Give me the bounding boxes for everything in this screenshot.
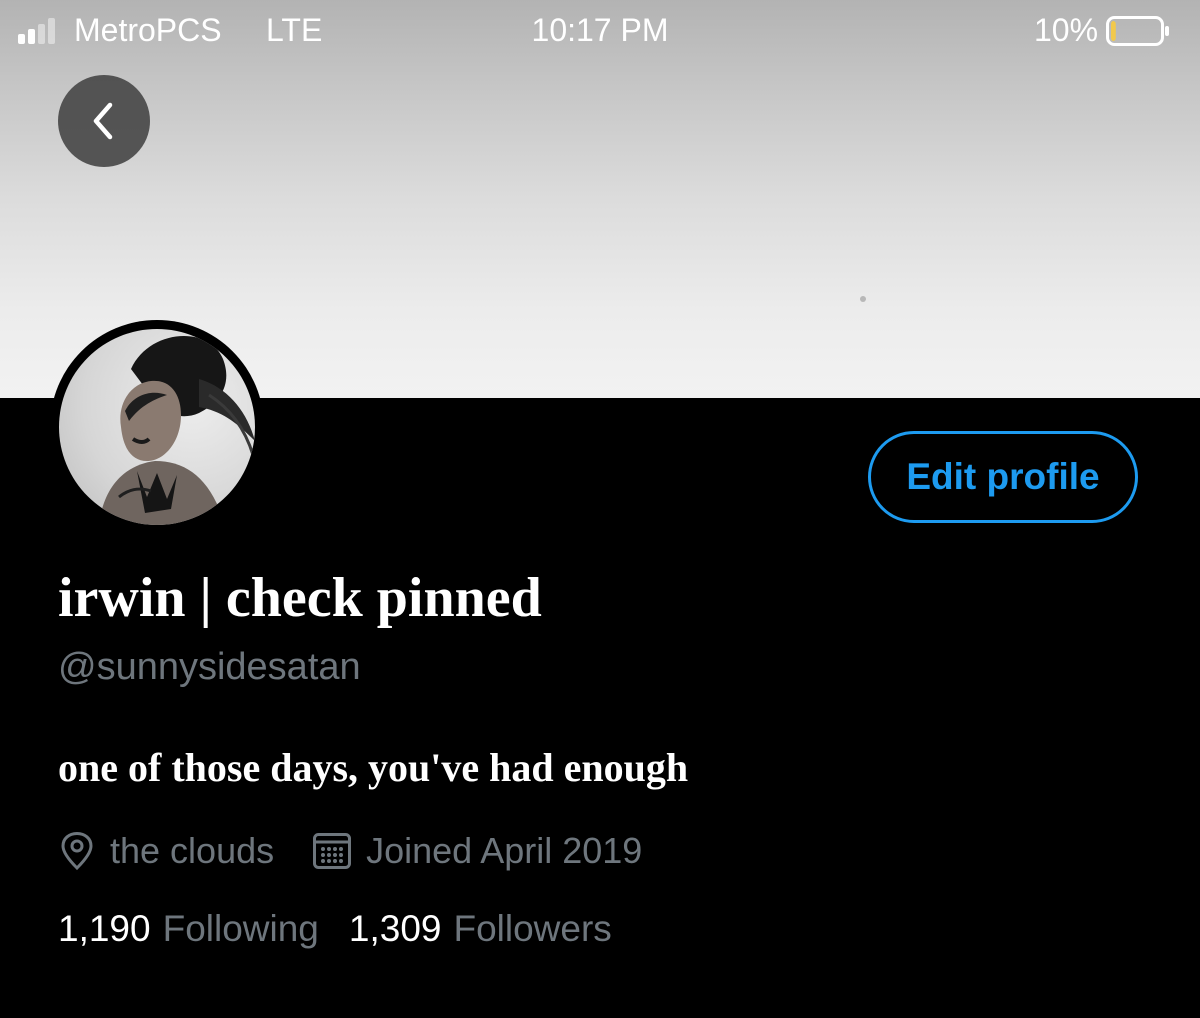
- profile-bio: one of those days, you've had enough: [58, 745, 689, 790]
- avatar-photo: [59, 329, 255, 525]
- banner-speck: [860, 296, 866, 302]
- followers-link[interactable]: 1,309 Followers: [349, 908, 612, 950]
- following-label: Following: [162, 908, 319, 949]
- chevron-left-icon: [93, 102, 113, 140]
- status-time: 10:17 PM: [531, 12, 669, 48]
- followers-label: Followers: [453, 908, 612, 949]
- status-bar: MetroPCS LTE 10:17 PM 10%: [0, 0, 1200, 62]
- edit-profile-button[interactable]: Edit profile: [868, 431, 1138, 523]
- display-name: irwin | check pinned: [58, 567, 542, 629]
- location-text: the clouds: [110, 830, 275, 871]
- calendar-icon: [313, 833, 352, 869]
- profile-meta-row: the clouds Joined April 2019: [58, 826, 642, 876]
- battery-icon: [1106, 16, 1169, 46]
- following-link[interactable]: 1,190 Following: [58, 908, 319, 950]
- followers-count: 1,309: [348, 908, 442, 949]
- profile-joined-date: Joined April 2019: [312, 830, 642, 872]
- profile-location: the clouds: [58, 830, 274, 872]
- profile-handle: @sunnysidesatan: [58, 646, 361, 688]
- back-button[interactable]: [58, 75, 150, 167]
- location-pin-icon: [61, 831, 93, 871]
- joined-text: Joined April 2019: [366, 830, 643, 871]
- profile-avatar[interactable]: [50, 320, 264, 534]
- following-count: 1,190: [58, 908, 151, 949]
- follow-counts-row: 1,190 Following 1,309 Followers: [58, 908, 612, 950]
- battery-percentage: 10%: [1034, 12, 1099, 48]
